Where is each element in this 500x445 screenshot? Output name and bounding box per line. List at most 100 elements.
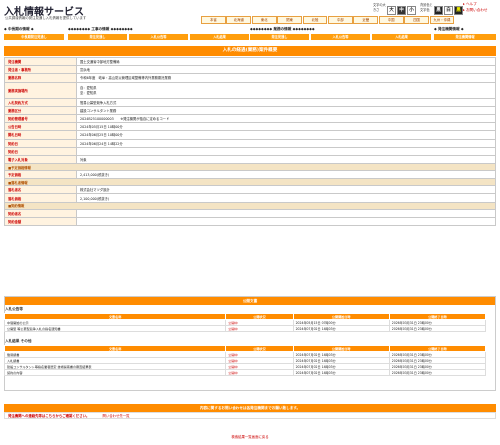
detail-value: 富浜地 [76, 65, 496, 75]
detail-key: 業務区分 [4, 105, 77, 115]
details-row: 予定価格 2,413,000(税抜き) [4, 170, 496, 180]
details-row: 業務名称 令和6年度 岐阜・高山防災管理区域整備等内外業務委託業務 [4, 73, 496, 83]
region-tab[interactable]: 中国 [378, 16, 404, 24]
contact-label: 発注機関への連絡先等はこちらからご確認ください。 [8, 414, 90, 418]
region-tabs: 本省 北海道 東北 関東 北陸 中部 近畿 中国 四国 九州・沖縄 [201, 16, 455, 25]
date-cell: 2026年03月31日 23時00分 [388, 325, 487, 332]
documents-header: 公開文書 [5, 297, 495, 305]
detail-value: 株式会社マツダ設計 [76, 185, 496, 195]
detail-value: 2024B25100000003 ※発注機関が独自に定めるコード [76, 113, 496, 124]
table-row: 契約の内容 公開中 2024年07月02日 14時03分 2026年03月31日 23… [3, 369, 487, 376]
nav-group-title: ◆◆◆◆◆◆◆◆ 工事の情報 ◆◆◆◆◆◆◆◆ [68, 27, 133, 31]
date-cell: 2024年07月02日 14時03分 [292, 369, 390, 376]
details-row: 業務区分 建設コンサルタント業務 [4, 105, 496, 115]
documents-group-title: 入札公告等 [5, 307, 23, 311]
nav-service-outlook-button[interactable]: 発注見通し [250, 34, 309, 40]
region-tab[interactable]: 四国 [404, 16, 429, 24]
detail-key: 落札価格 [4, 193, 77, 203]
nav-service-result-button[interactable]: 入札結果 [372, 34, 431, 40]
documents-panel: 公開文書 [4, 296, 496, 391]
contact-link[interactable]: ▸ お問い合わせ [463, 8, 488, 14]
contact-bar: 内容に関するお問い合わせは各発注機関までお願い致します。 [4, 404, 496, 412]
region-tab[interactable]: 九州・沖縄 [429, 16, 455, 24]
nav-group-title: ◆ 中長期の情報 ◆ [4, 27, 34, 31]
detail-value: 国土交通省中部地方整備局 [76, 56, 496, 67]
details-row: 契約日 2024年06月24日 14時22分 [4, 138, 496, 148]
detail-key: 契約金額 [4, 216, 77, 227]
region-tab[interactable]: 関東 [277, 16, 302, 24]
status-cell: 公開中 [225, 369, 294, 376]
table-row: 公開型 等公募型競争入札の指名通知書 公開中 2024年07月02日 14時03分 2… [3, 325, 487, 332]
details-row: 落札者名 株式会社マツダ設計 [4, 185, 496, 195]
details-row: 契約金額 [4, 216, 496, 227]
color-yellow-button[interactable]: 黒 [454, 6, 463, 15]
font-size-large-button[interactable]: 大 [387, 6, 396, 15]
detail-value: 自：愛知県 至：愛知県 [76, 81, 496, 99]
document-link[interactable]: 公開型 等公募型競争入札の指名通知書 [3, 325, 227, 332]
font-size-medium-button[interactable]: 中 [397, 6, 406, 15]
color-mode-label: 背景色と文字色 [420, 3, 433, 12]
font-size-label: 文字の大きさ [373, 3, 386, 12]
section-title: ■落札者情報 [4, 178, 496, 187]
details-row: 公告日時 2024年05月15日 10時00分 [4, 122, 496, 132]
details-row: 落札価格 2,100,000(税抜き) [4, 193, 496, 203]
detail-key: 契約者名 [4, 208, 77, 218]
detail-value: 令和6年度 岐阜・高山防災管理区域整備等内外業務委託業務 [76, 73, 496, 83]
detail-value: 簡易公募型競争入札方式 [76, 97, 496, 107]
detail-key: 業務実施場所 [4, 81, 77, 99]
documents-table-results: 文書名称 公開状況 公開開始日時 公開終了日時 簡易調書 公開中 2024年07月02日 … [3, 345, 487, 376]
status-cell: 公開中 [225, 325, 294, 332]
details-row: 発注機関 国土交通省中部地方整備局 [4, 56, 496, 67]
region-tab[interactable]: 北陸 [302, 16, 328, 24]
details-row: 契約管理番号 2024B25100000003 ※発注機関が独自に定めるコード [4, 113, 496, 124]
nav-agency-button[interactable]: 発注機関情報 [434, 34, 496, 40]
nav-service-notice-button[interactable]: 入札公告等 [311, 34, 370, 40]
detail-value [76, 146, 496, 156]
font-size-small-button[interactable]: 小 [407, 6, 416, 15]
contact-row: 発注機関への連絡先等はこちらからご確認ください。 問い合わせ先一覧 [4, 412, 496, 419]
main-nav: ◆ 中長期の情報 ◆ 中長期発注見通し ◆◆◆◆◆◆◆◆ 工事の情報 ◆◆◆◆◆… [4, 27, 496, 42]
page-title: 入札の経過(業務)案件概要 [4, 46, 496, 56]
detail-key: 契約日 [4, 146, 77, 156]
region-tab[interactable]: 北海道 [226, 16, 252, 24]
documents-group-title: 入札結果 その他 [5, 339, 32, 343]
section-title: ■予定価格情報 [4, 163, 496, 172]
nav-construction-result-button[interactable]: 入札結果 [190, 34, 249, 40]
details-section-row: ■予定価格情報 [4, 163, 496, 172]
detail-key: 発注者・事務所 [4, 65, 77, 75]
back-to-results-link[interactable]: 検索結果一覧画面に戻る [0, 434, 500, 439]
site-subtitle: 公共調達情報の発注見通し入札情報を提供しています [5, 16, 87, 20]
detail-value: 建設コンサルタント業務 [76, 105, 496, 115]
details-row: 業務実施場所 自：愛知県 至：愛知県 [4, 81, 496, 99]
nav-group-title: ◆ 発注機関情報 ◆ [434, 27, 464, 31]
detail-value: 2,100,000(税抜き) [76, 193, 496, 203]
section-title: ■契約情報 [4, 201, 496, 210]
color-white-button[interactable]: 白 [444, 6, 453, 15]
nav-midterm-button[interactable]: 中長期発注見通し [4, 34, 64, 40]
document-link[interactable]: 契約の内容 [3, 369, 227, 376]
detail-value: 2024年06月25日 10時00分 [76, 130, 496, 140]
region-tab[interactable]: 東北 [251, 16, 277, 24]
nav-construction-outlook-button[interactable]: 発注見通し [68, 34, 127, 40]
details-table: 発注機関 国土交通省中部地方整備局 発注者・事務所 富浜地 業務名称 令和6年度 岐阜・高… [4, 56, 496, 227]
details-row: 電子入札対象 対象 [4, 154, 496, 165]
contact-list-link[interactable]: 問い合わせ先一覧 [102, 414, 129, 418]
documents-table-notices: 文書名称 公開状況 公開開始日時 公開終了日時 中間開始の公示 公開中 2024年05月1… [3, 313, 487, 332]
details-row: 契約者名 [4, 208, 496, 218]
detail-key: 業務名称 [4, 73, 77, 83]
details-row: 入札契約方式 簡易公募型競争入札方式 [4, 97, 496, 107]
detail-value: 2024年06月24日 14時22分 [76, 138, 496, 148]
region-tab[interactable]: 近畿 [353, 16, 379, 24]
region-tab[interactable]: 中部 [327, 16, 353, 24]
region-tab[interactable]: 本省 [201, 16, 226, 24]
details-section-row: ■落札者情報 [4, 178, 496, 187]
details-row: 発注者・事務所 富浜地 [4, 65, 496, 75]
detail-value: 2024年05月15日 10時00分 [76, 122, 496, 132]
detail-key: 契約日 [4, 138, 77, 148]
color-black-button[interactable]: 黒 [434, 6, 443, 15]
nav-construction-notice-button[interactable]: 入札公告等 [129, 34, 188, 40]
date-cell: 2026年03月31日 23時00分 [388, 369, 487, 376]
detail-key: 予定価格 [4, 170, 77, 180]
detail-value: 対象 [76, 154, 496, 165]
detail-key: 電子入札対象 [4, 154, 77, 165]
